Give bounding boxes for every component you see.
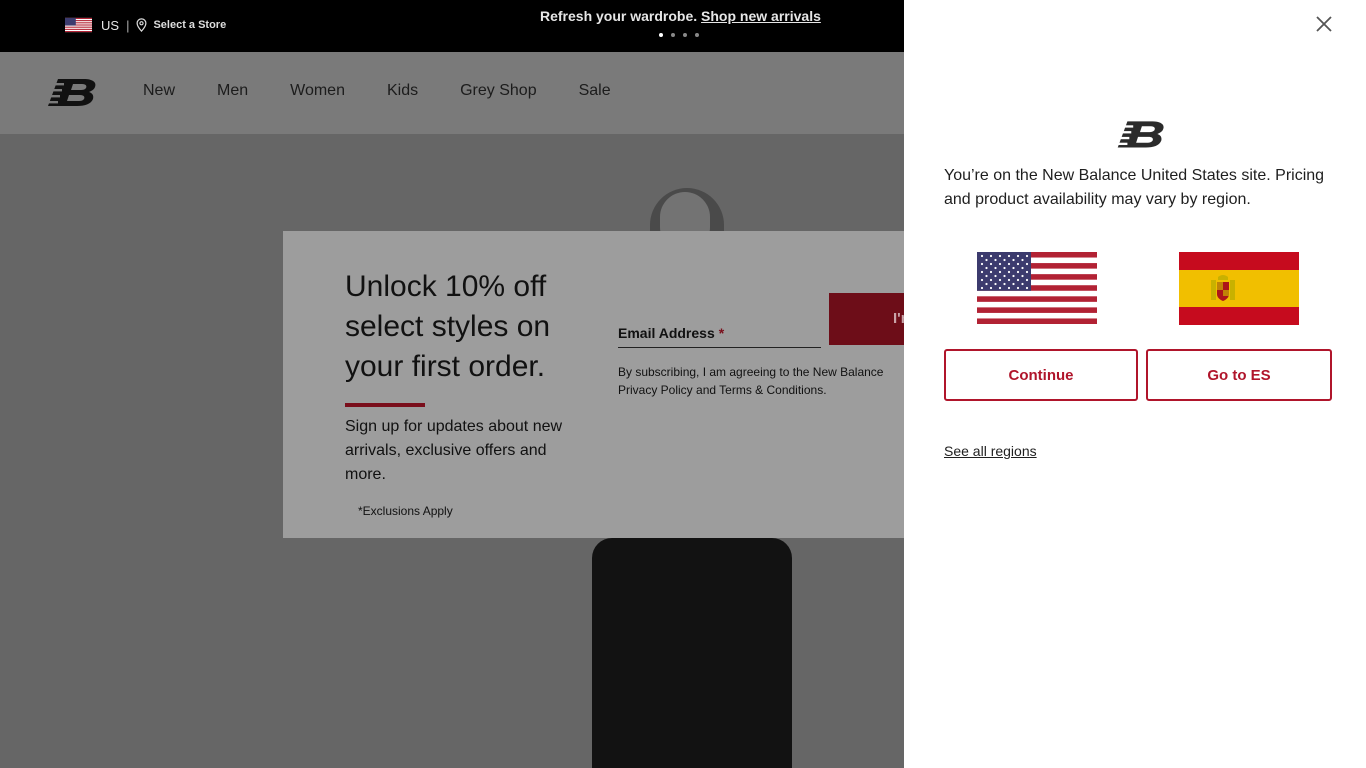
continue-button[interactable]: Continue [944,349,1138,401]
accent-rule [345,403,425,407]
nb-logo-icon[interactable] [40,76,100,108]
spain-flag-icon [1179,252,1299,325]
carousel-dot[interactable] [671,33,675,37]
carousel-dots [659,33,699,37]
consent-text: By subscribing, I am agreeing to the New… [618,365,884,397]
select-store-link[interactable]: Select a Store [136,18,226,32]
map-pin-icon [136,18,147,32]
nav-item-kids[interactable]: Kids [387,82,418,100]
nb-logo-icon [1110,121,1164,148]
region-selector-panel: You’re on the New Balance United States … [904,0,1366,768]
promo-text: Refresh your wardrobe. [540,8,698,24]
us-flag-icon [977,252,1097,324]
carousel-dot[interactable] [683,33,687,37]
go-to-es-button[interactable]: Go to ES [1146,349,1332,401]
close-icon[interactable] [1314,14,1334,34]
email-field[interactable] [618,327,821,347]
carousel-dot[interactable] [659,33,663,37]
signup-subtext: Sign up for updates about new arrivals, … [345,418,563,483]
signup-headline: Unlock 10% off select styles on your fir… [345,270,551,383]
promo-message: Refresh your wardrobe. Shop new arrivals [540,8,821,24]
signup-submit-button[interactable]: I'm in [829,293,904,345]
signup-submit-label[interactable]: I'm in [893,310,904,327]
nav-item-women[interactable]: Women [290,82,345,100]
country-code[interactable]: US [101,18,119,33]
model-trousers [592,538,792,768]
select-store-label[interactable]: Select a Store [153,19,226,31]
region-message: You’re on the New Balance United States … [944,167,1325,208]
divider: | [126,17,130,33]
email-signup-modal: Unlock 10% off select styles on your fir… [283,231,904,538]
us-flag-icon [65,17,92,33]
nav-links: New Men Women Kids Grey Shop Sale [143,82,653,100]
see-all-regions-link[interactable]: See all regions [944,443,1037,459]
shop-new-arrivals-link[interactable]: Shop new arrivals [701,8,821,24]
nav-item-sale[interactable]: Sale [579,82,611,100]
email-underline [618,347,821,348]
nav-item-grey-shop[interactable]: Grey Shop [460,82,536,100]
carousel-dot[interactable] [695,33,699,37]
nav-item-new[interactable]: New [143,82,175,100]
exclusions-note: *Exclusions Apply [358,504,453,518]
nav-item-men[interactable]: Men [217,82,248,100]
country-selector[interactable]: US | Select a Store [65,17,226,33]
